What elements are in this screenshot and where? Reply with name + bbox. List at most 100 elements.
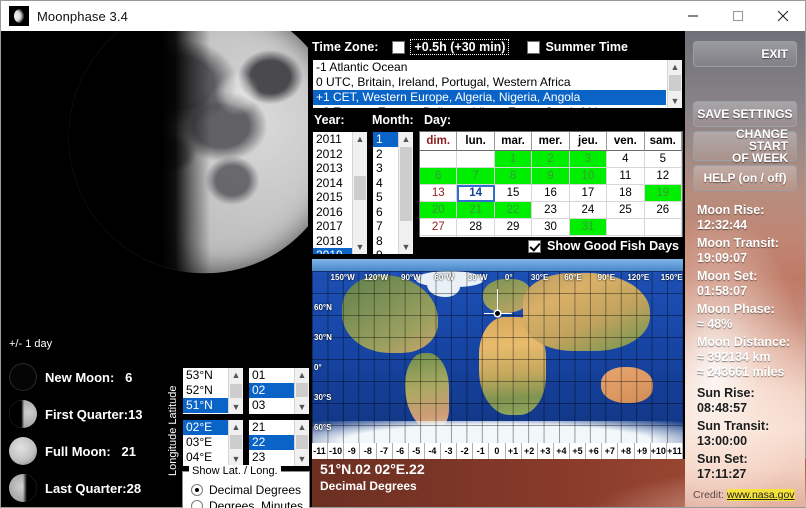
list-item[interactable]: 02°E <box>183 420 228 435</box>
calendar-day-8[interactable]: 8 <box>494 168 533 185</box>
list-item[interactable]: 2011 <box>313 132 352 147</box>
timezone-cell--3[interactable]: -3 <box>441 443 458 459</box>
chevron-down-icon[interactable]: ▼ <box>229 400 243 414</box>
calendar-day-25[interactable]: 25 <box>607 202 645 219</box>
calendar-day-9[interactable]: 9 <box>532 168 570 185</box>
calendar-day-30[interactable]: 30 <box>532 219 570 236</box>
list-item[interactable]: 7 <box>373 219 398 234</box>
list-item[interactable]: 52°N <box>183 383 228 398</box>
timezone-cell--1[interactable]: -1 <box>473 443 490 459</box>
year-scrollbar[interactable]: ▲ ▼ <box>352 132 367 254</box>
calendar-day-20[interactable]: 20 <box>420 202 458 219</box>
calendar-day-19[interactable]: 19 <box>644 185 682 202</box>
latitude-decimal-list[interactable]: 01 02 03 04 ▲ ▼ <box>248 367 310 415</box>
list-item[interactable]: 50°N <box>183 413 228 414</box>
list-item[interactable]: 5 <box>373 190 398 205</box>
longitude-list[interactable]: 02°E 03°E 04°E 05°E ▲ ▼ <box>182 419 244 467</box>
chevron-up-icon[interactable]: ▲ <box>295 368 309 382</box>
list-item[interactable]: 53°N <box>183 368 228 383</box>
chevron-up-icon[interactable]: ▲ <box>295 420 309 434</box>
list-item[interactable]: 02 <box>249 383 294 398</box>
timezone-cell-+11[interactable]: +11 <box>667 443 683 459</box>
chevron-down-icon[interactable]: ▼ <box>668 94 682 108</box>
list-item[interactable]: 22 <box>249 435 294 450</box>
summer-time-checkbox[interactable] <box>527 40 541 54</box>
list-item[interactable]: 2012 <box>313 147 352 162</box>
list-item[interactable]: 2 <box>373 147 398 162</box>
calendar-day-11[interactable]: 11 <box>607 168 645 185</box>
list-item[interactable]: 2016 <box>313 205 352 220</box>
timezone-cell--9[interactable]: -9 <box>344 443 361 459</box>
timezone-cell-+9[interactable]: +9 <box>635 443 651 459</box>
list-item[interactable]: 2019 <box>313 248 352 254</box>
calendar-day-13[interactable]: 13 <box>420 185 458 202</box>
calendar-day-1[interactable]: 1 <box>494 151 533 168</box>
timezone-cell-+4[interactable]: +4 <box>554 443 570 459</box>
year-list[interactable]: 2011 2012 2013 2014 2015 2016 2017 2018 … <box>312 131 368 255</box>
half-hour-checkbox[interactable] <box>392 40 406 54</box>
calendar-day-6[interactable]: 6 <box>420 168 458 185</box>
calendar-day-7[interactable]: 7 <box>457 168 495 185</box>
list-item[interactable]: 0 UTC, Britain, Ireland, Portugal, Weste… <box>313 75 666 90</box>
timezone-cell--10[interactable]: -10 <box>328 443 345 459</box>
timezone-scrollbar[interactable]: ▲ ▼ <box>667 60 682 108</box>
chevron-down-icon[interactable]: ▼ <box>229 452 243 466</box>
list-item[interactable]: 2013 <box>313 161 352 176</box>
summer-time-label[interactable]: Summer Time <box>545 40 627 54</box>
calendar-day-28[interactable]: 28 <box>457 219 495 236</box>
chevron-down-icon[interactable]: ▼ <box>295 400 309 414</box>
nasa-link[interactable]: www.nasa.gov <box>726 489 795 501</box>
close-icon[interactable] <box>760 1 805 31</box>
list-item[interactable]: 04 <box>249 413 294 414</box>
radio-degrees-minutes[interactable]: Degrees, Minutes <box>191 499 303 508</box>
timezone-cell--2[interactable]: -2 <box>457 443 474 459</box>
list-item[interactable]: 23 <box>249 450 294 465</box>
calendar-day-4[interactable]: 4 <box>607 151 645 168</box>
list-item[interactable]: 2018 <box>313 234 352 249</box>
exit-button[interactable]: EXIT <box>693 41 797 67</box>
timezone-cell--7[interactable]: -7 <box>377 443 393 459</box>
chevron-down-icon[interactable]: ▼ <box>353 240 367 254</box>
change-start-of-week-button[interactable]: CHANGE START OF WEEK <box>693 128 797 164</box>
timezone-cell--5[interactable]: -5 <box>409 443 425 459</box>
list-item[interactable]: 4 <box>373 176 398 191</box>
timezone-cell-+6[interactable]: +6 <box>586 443 603 459</box>
timezone-cell-+8[interactable]: +8 <box>618 443 635 459</box>
timezone-cell--11[interactable]: -11 <box>312 443 329 459</box>
calendar-day-27[interactable]: 27 <box>420 219 458 236</box>
help-button[interactable]: HELP (on / off) <box>693 165 797 191</box>
calendar-day-21[interactable]: 21 <box>457 202 495 219</box>
timezone-cell-0[interactable]: 0 <box>489 443 506 459</box>
chevron-up-icon[interactable]: ▲ <box>229 368 243 382</box>
save-settings-button[interactable]: SAVE SETTINGS <box>693 101 797 127</box>
chevron-up-icon[interactable]: ▲ <box>229 420 243 434</box>
timezone-cell--6[interactable]: -6 <box>393 443 409 459</box>
timezone-cell-+10[interactable]: +10 <box>651 443 667 459</box>
list-item[interactable]: 03°E <box>183 435 228 450</box>
calendar-day-12[interactable]: 12 <box>644 168 682 185</box>
chevron-up-icon[interactable]: ▲ <box>353 132 367 146</box>
radio-icon[interactable] <box>191 500 203 508</box>
show-fish-days-checkbox[interactable] <box>528 239 542 253</box>
list-item[interactable]: +2 Eastern Europe, Balkans, Libya, Egypt… <box>313 105 666 108</box>
calendar-day-17[interactable]: 17 <box>569 185 608 202</box>
timezone-cell-+7[interactable]: +7 <box>602 443 619 459</box>
calendar-day-15[interactable]: 15 <box>494 185 533 202</box>
timezone-list[interactable]: -1 Atlantic Ocean 0 UTC, Britain, Irelan… <box>312 59 683 109</box>
world-map[interactable]: 150°W 120°W 90°W 60°W 30°W 0° 30°E 60°E … <box>312 259 683 459</box>
chevron-up-icon[interactable]: ▲ <box>399 132 413 146</box>
calendar-day-16[interactable]: 16 <box>532 185 570 202</box>
list-item[interactable]: 2017 <box>313 219 352 234</box>
month-scrollbar[interactable]: ▲ ▼ <box>398 132 413 254</box>
calendar-day-2[interactable]: 2 <box>532 151 570 168</box>
chevron-up-icon[interactable]: ▲ <box>668 60 682 74</box>
timezone-cell-+1[interactable]: +1 <box>506 443 522 459</box>
list-item[interactable]: 2015 <box>313 190 352 205</box>
map-timezone-strip[interactable]: -11 -10 -9 -8 -7 -6 -5 -4 -3 -2 -1 0 +1 +2 +3 +4 +5 +6 +7 +… <box>312 443 683 459</box>
month-list[interactable]: 1 2 3 4 5 6 7 8 9 10 ▲ ▼ <box>372 131 414 255</box>
list-item[interactable]: 1 <box>373 132 398 147</box>
list-item[interactable]: 04°E <box>183 450 228 465</box>
list-item[interactable]: +1 CET, Western Europe, Algeria, Nigeria… <box>313 90 666 105</box>
calendar-day-23[interactable]: 23 <box>532 202 570 219</box>
radio-icon[interactable] <box>191 484 203 496</box>
